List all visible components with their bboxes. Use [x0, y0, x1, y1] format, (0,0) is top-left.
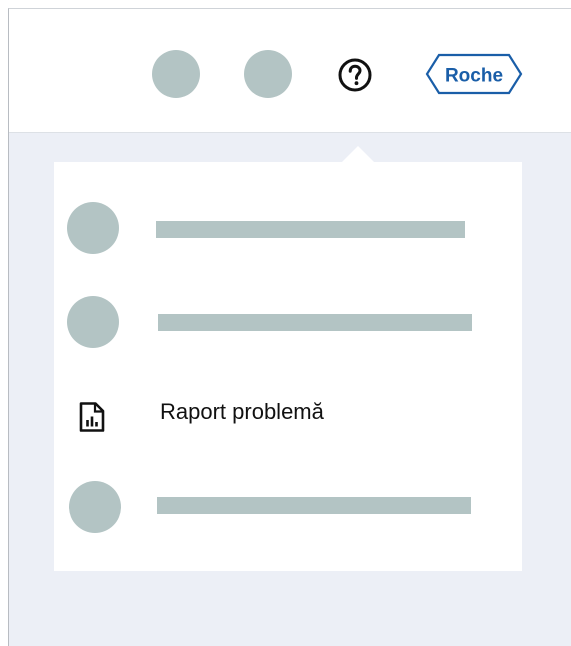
roche-logo: Roche — [425, 53, 523, 95]
menu-item-label-placeholder — [156, 221, 465, 238]
roche-logo-text: Roche — [445, 66, 503, 87]
menu-caret — [342, 146, 374, 162]
header-placeholder-avatar[interactable] — [244, 50, 292, 98]
header-placeholder-avatar[interactable] — [152, 50, 200, 98]
menu-item-placeholder[interactable] — [54, 282, 522, 362]
menu-item-icon-placeholder — [67, 296, 119, 348]
help-circle-icon[interactable] — [337, 57, 373, 93]
menu-item-report-problem[interactable]: Raport problemă — [54, 372, 522, 452]
menu-item-placeholder[interactable] — [54, 188, 522, 268]
menu-item-label: Raport problemă — [160, 399, 324, 424]
dropdown-menu: Raport problemă — [54, 162, 522, 571]
menu-item-icon-placeholder — [69, 481, 121, 533]
menu-item-placeholder[interactable] — [54, 467, 522, 547]
top-header: Roche — [9, 9, 571, 133]
app-window: Roche Raport problemă — [8, 8, 571, 646]
menu-item-label-placeholder — [158, 314, 472, 331]
menu-item-icon-placeholder — [67, 202, 119, 254]
menu-item-label-placeholder — [157, 497, 471, 514]
report-chart-icon — [79, 402, 105, 432]
